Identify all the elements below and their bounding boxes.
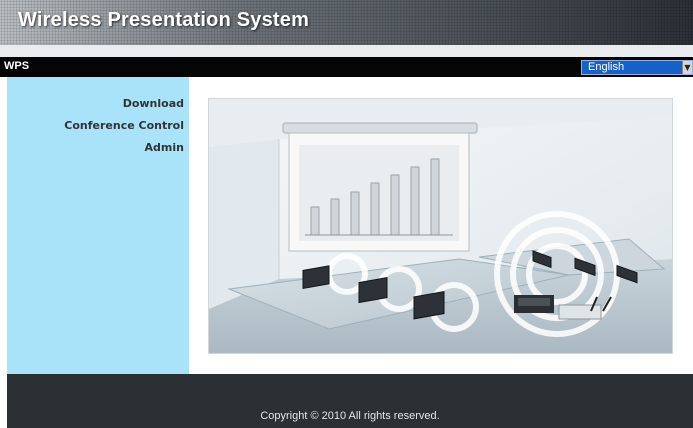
header-strip	[0, 45, 693, 57]
language-selected-value: English	[588, 61, 625, 73]
top-bar: WPS English ▼	[0, 57, 693, 77]
presentation-illustration	[208, 98, 673, 354]
dropdown-arrow-icon[interactable]: ▼	[682, 61, 692, 74]
main-content	[189, 77, 693, 374]
sidebar: Download Conference Control Admin	[7, 77, 189, 374]
sidebar-item-download[interactable]: Download	[123, 97, 184, 110]
header-banner: Wireless Presentation System	[0, 0, 693, 45]
sidebar-item-admin[interactable]: Admin	[145, 141, 184, 154]
sidebar-item-conference-control[interactable]: Conference Control	[64, 119, 184, 132]
footer: Copyright © 2010 All rights reserved.	[7, 374, 693, 428]
app-title: Wireless Presentation System	[18, 9, 310, 31]
copyright-text: Copyright © 2010 All rights reserved.	[260, 410, 440, 422]
language-select[interactable]: English ▼	[581, 60, 693, 75]
screen-icon	[282, 122, 478, 252]
app-label: WPS	[4, 60, 30, 72]
illustration-svg	[209, 99, 672, 353]
